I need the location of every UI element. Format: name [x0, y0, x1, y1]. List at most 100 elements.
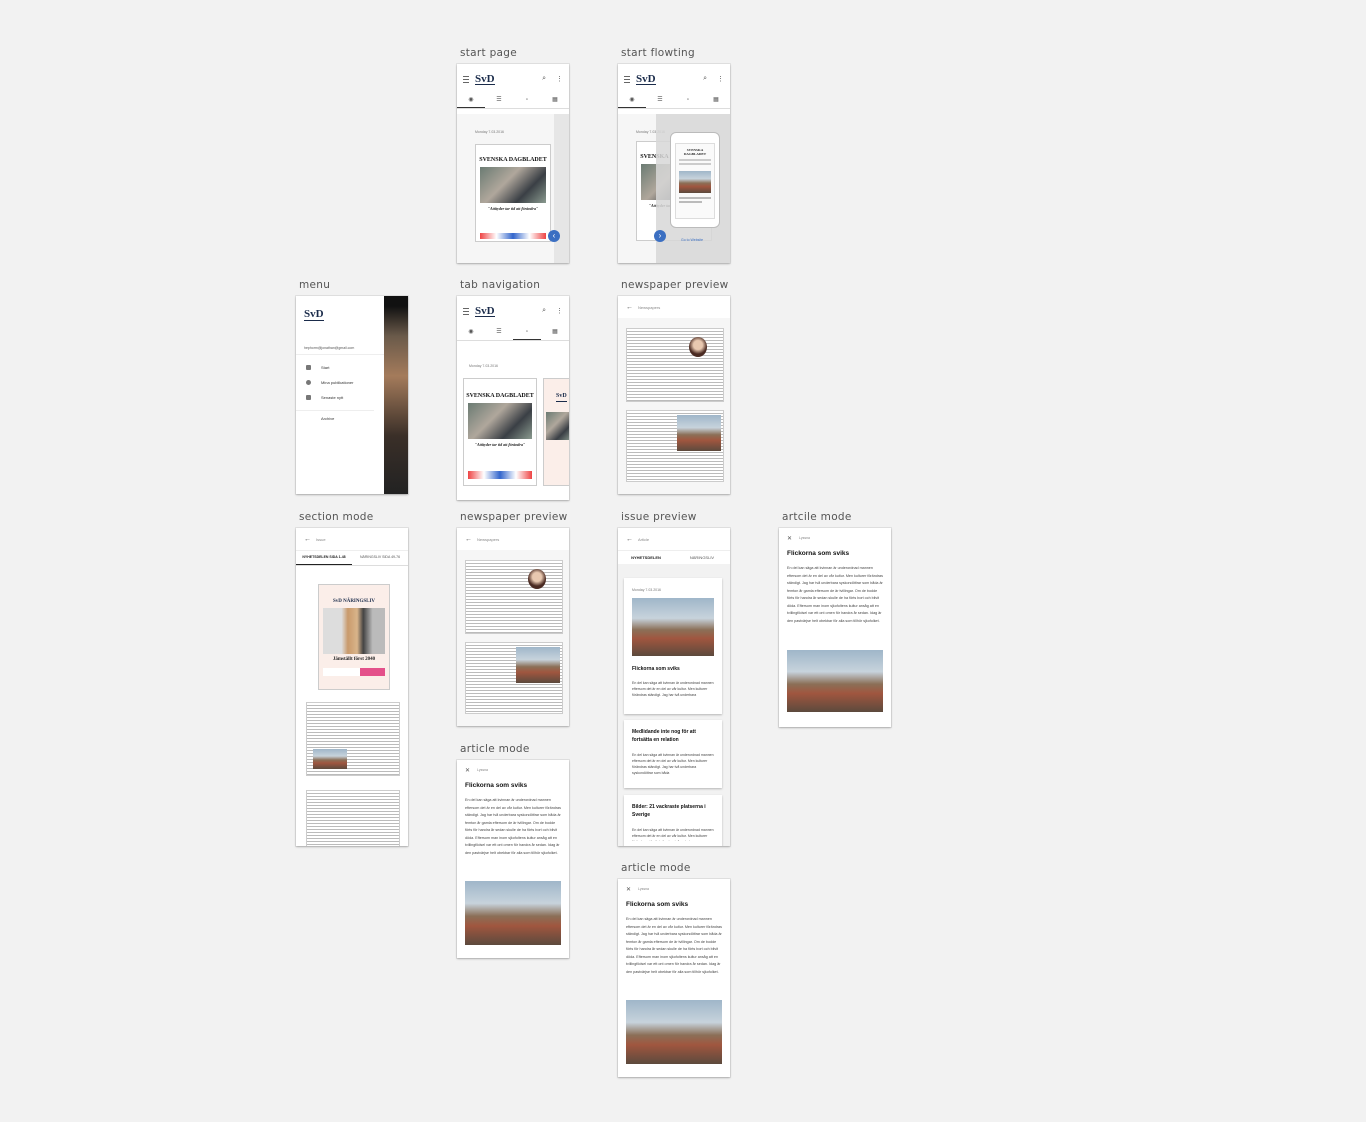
close-icon[interactable]: ✕	[465, 767, 470, 774]
search-icon[interactable]: ⌕	[703, 75, 707, 83]
back-label: Issue	[316, 536, 326, 542]
spread-page-1[interactable]	[465, 560, 563, 634]
article-topbar: ✕ Lyssna	[779, 528, 891, 548]
phone-text-line	[679, 163, 711, 165]
gear-icon	[306, 380, 311, 385]
search-icon[interactable]: ⌕	[542, 307, 546, 315]
more-icon[interactable]: ⋮	[717, 75, 724, 83]
menu-item-start[interactable]: Start	[306, 360, 374, 375]
drawer-header: SvD hephorm@jonathan@gmail.com	[296, 296, 384, 350]
more-icon[interactable]: ⋮	[556, 75, 563, 83]
tab-page-icon[interactable]: ▫	[513, 326, 541, 340]
menu-item-latest[interactable]: Senaste nytt	[306, 390, 374, 405]
menu-screen: SvD hephorm@jonathan@gmail.com Start Min…	[296, 296, 408, 494]
tab-grid-icon[interactable]: ▦	[541, 94, 569, 108]
article-body: En del kan säga att kvinnan är underordn…	[465, 798, 561, 855]
naringsliv-cover[interactable]: SvD NÄRINGSLIV Jämställt först 2040	[318, 584, 390, 690]
hamburger-icon[interactable]	[463, 307, 469, 315]
start-page-screen: SvD ⌕ ⋮ ◉ ☰ ▫ ▦ Monday 7.03.2016 SVENSKA…	[457, 64, 569, 263]
back-label: Newspapers	[477, 536, 500, 542]
section-cover-photo	[323, 608, 385, 654]
newspaper-cover[interactable]: SVENSKA DAGBLADET "Attityder tar tid att…	[463, 378, 537, 486]
tab-page-icon[interactable]: ▫	[674, 94, 702, 108]
back-bar: ← Article	[618, 528, 730, 551]
phone-photo	[679, 171, 711, 193]
tab-naringsliv[interactable]: NÄRINGSLIV SIDA 49-76	[352, 551, 408, 565]
phone-masthead: SVENSKA DAGBLADET	[683, 148, 707, 156]
newspaper-cover[interactable]: SVENSKA DAGBLADET "Attityder tar tid att…	[475, 144, 551, 242]
section-spread-1[interactable]	[306, 702, 400, 776]
section-masthead: SvD NÄRINGSLIV	[332, 599, 376, 604]
spread-page-2[interactable]	[465, 642, 563, 714]
spread-page-2[interactable]	[626, 410, 724, 482]
tab-grid-icon[interactable]: ▦	[702, 94, 730, 108]
close-icon[interactable]: ✕	[626, 886, 631, 893]
cover-photo	[480, 167, 546, 203]
svd-logo: SvD	[636, 72, 656, 85]
user-email: hephorm@jonathan@gmail.com	[304, 346, 355, 350]
tab-list-icon[interactable]: ☰	[485, 326, 513, 340]
back-label: Article	[638, 536, 650, 542]
more-icon[interactable]: ⋮	[556, 307, 563, 315]
tab-grid-icon[interactable]: ▦	[541, 326, 569, 340]
artcile-mode-screen: ✕ Lyssna Flickorna som sviks En del kan …	[779, 528, 891, 727]
phone-text-line	[679, 159, 711, 161]
article-body: En del kan säga att kvinnan är underordn…	[626, 917, 722, 974]
hamburger-icon[interactable]	[624, 75, 630, 83]
listen-button[interactable]: Lyssna	[799, 536, 810, 540]
tab-list-icon[interactable]: ☰	[485, 94, 513, 108]
article-card-1[interactable]: Monday 7.03.2016 Flickorna som sviks En …	[624, 578, 722, 714]
menu-item-publications[interactable]: Mina publikationer	[306, 375, 374, 390]
cover-ad-strip	[480, 233, 546, 239]
tab-naringsliv[interactable]: NÄRINGSLIV	[674, 551, 730, 565]
next-newspaper-cover[interactable]: SvD	[543, 378, 569, 486]
article-photo	[787, 650, 883, 712]
spread-page-1[interactable]	[626, 328, 724, 402]
tab-bar: ◉ ☰ ▫ ▦	[457, 326, 569, 341]
tab-eye-icon[interactable]: ◉	[457, 326, 485, 340]
article-mode-screen-2: ✕ Lyssna Flickorna som sviks En del kan …	[618, 879, 730, 1077]
newspaper-preview-screen-2: ← Newspapers	[457, 528, 569, 726]
tab-list-icon[interactable]: ☰	[646, 94, 674, 108]
back-label: Newspapers	[638, 304, 661, 310]
label-article-mode-2: article mode	[621, 862, 691, 874]
section-mode-screen: ← Issue NYHETSDELEN SIDA 1-48 NÄRINGSLIV …	[296, 528, 408, 846]
label-tab-navigation: tab navigation	[460, 279, 541, 291]
back-bar: ← Newspapers	[457, 528, 569, 551]
tab-eye-icon[interactable]: ◉	[618, 94, 646, 108]
start-flowting-screen: SvD ⌕ ⋮ ◉ ☰ ▫ ▦ Monday 7.03.2016 SVENSKA…	[618, 64, 730, 263]
back-arrow-icon[interactable]: ←	[465, 536, 472, 543]
scroll-left-button[interactable]: ‹	[548, 230, 560, 242]
section-ad-strip	[323, 668, 385, 676]
tab-page-icon[interactable]: ▫	[513, 94, 541, 108]
tab-nyhetsdelen[interactable]: NYHETSDELEN SIDA 1-48	[296, 551, 352, 565]
go-to-website-link[interactable]: Go to Website	[681, 238, 703, 242]
cover-ad-strip	[468, 471, 532, 479]
listen-button[interactable]: Lyssna	[638, 887, 649, 891]
label-issue-preview: issue preview	[621, 511, 697, 523]
card-title: Flickorna som sviks	[632, 666, 680, 672]
back-arrow-icon[interactable]: ←	[626, 304, 633, 311]
hamburger-icon[interactable]	[463, 75, 469, 83]
navigation-drawer: SvD hephorm@jonathan@gmail.com Start Min…	[296, 296, 384, 494]
svd-logo: SvD	[304, 308, 324, 321]
article-photo	[626, 1000, 722, 1064]
article-card-3[interactable]: Bilder: 21 vackraste platserna i Sverige…	[624, 795, 722, 846]
tab-nyhetsdelen[interactable]: NYHETSDELEN	[618, 551, 674, 565]
close-icon[interactable]: ✕	[787, 535, 792, 542]
section-spread-2[interactable]	[306, 790, 400, 846]
back-arrow-icon[interactable]: ←	[626, 536, 633, 543]
app-bar: SvD ⌕ ⋮	[457, 296, 569, 326]
card-title: Bilder: 21 vackraste platserna i Sverige	[632, 804, 706, 818]
search-icon[interactable]: ⌕	[542, 75, 546, 83]
listen-button[interactable]: Lyssna	[477, 768, 488, 772]
back-bar: ← Issue	[296, 528, 408, 551]
menu-item-archive[interactable]: Archive	[306, 411, 374, 426]
drawer-menu: Start Mina publikationer Senaste nytt Ar…	[296, 354, 384, 426]
tab-eye-icon[interactable]: ◉	[457, 94, 485, 108]
issue-preview-screen: ← Article NYHETSDELEN NÄRINGSLIV Monday 7…	[618, 528, 730, 846]
article-card-2[interactable]: Medlidande inte nog för att fortsätta en…	[624, 720, 722, 788]
label-article-mode: article mode	[460, 743, 530, 755]
back-arrow-icon[interactable]: ←	[304, 536, 311, 543]
scroll-right-button[interactable]: ›	[654, 230, 666, 242]
